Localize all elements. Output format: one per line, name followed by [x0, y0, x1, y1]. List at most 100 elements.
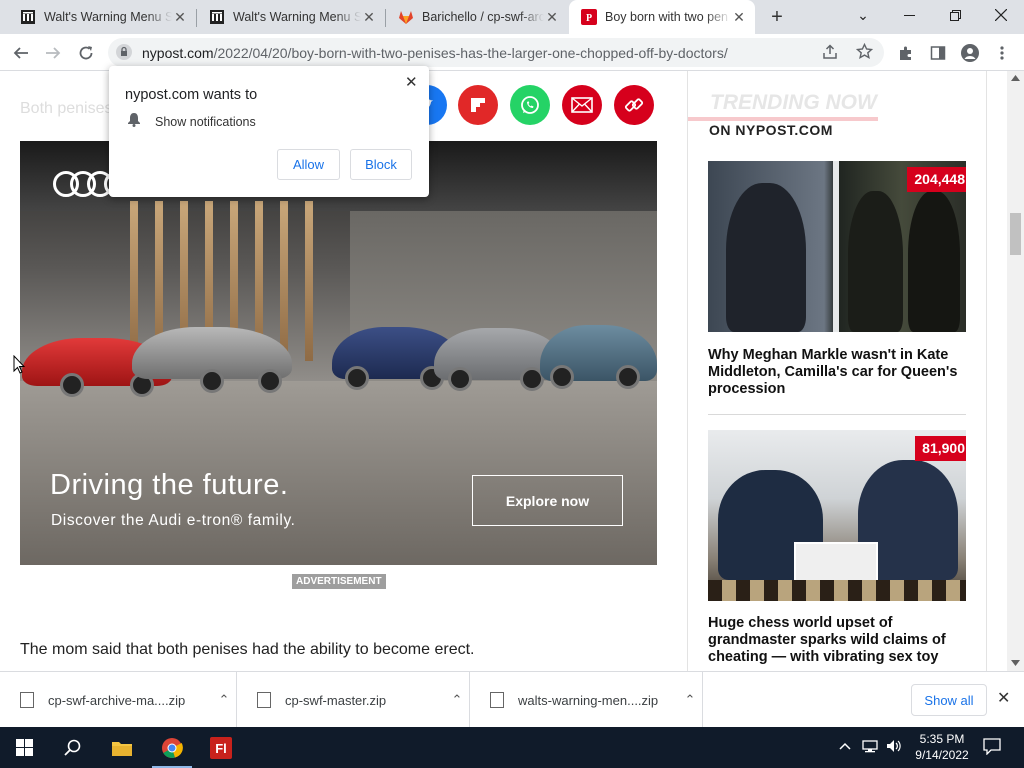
trending-image-1[interactable]: 204,448	[708, 161, 966, 332]
close-tab-icon[interactable]: ✕	[172, 9, 188, 25]
download-filename: walts-warning-men....zip	[518, 692, 659, 708]
windows-taskbar: Fl 5:35 PM 9/14/2022	[0, 727, 1024, 768]
system-clock[interactable]: 5:35 PM 9/14/2022	[911, 731, 973, 763]
popup-title: nypost.com wants to	[125, 87, 258, 103]
scroll-up-icon	[1011, 75, 1020, 81]
tray-chevron-icon[interactable]	[839, 739, 851, 753]
network-icon[interactable]	[862, 739, 878, 756]
close-download-bar-icon[interactable]: ✕	[997, 688, 1010, 708]
close-tab-icon[interactable]: ✕	[361, 9, 377, 25]
tab-strip: Walt's Warning Menu S ✕ Walt's Warning M…	[0, 0, 1024, 34]
start-button[interactable]	[0, 727, 48, 768]
svg-text:P: P	[586, 13, 592, 24]
show-all-downloads-button[interactable]: Show all	[911, 684, 987, 716]
museum-icon	[209, 9, 225, 25]
chevron-up-icon[interactable]: ⌃	[445, 692, 469, 708]
view-count-badge: 81,900	[915, 436, 966, 461]
gitlab-icon	[398, 9, 414, 25]
reload-button[interactable]	[73, 40, 99, 66]
zip-file-icon	[20, 692, 34, 708]
copy-link-button[interactable]	[614, 85, 654, 125]
trending-heading: TRENDING NOW	[710, 91, 877, 114]
bookmark-star-icon[interactable]	[855, 42, 874, 65]
minimize-button[interactable]	[886, 0, 932, 30]
back-button[interactable]	[8, 40, 34, 66]
chevron-up-icon[interactable]: ⌃	[212, 692, 236, 708]
restore-button[interactable]	[932, 0, 978, 30]
download-filename: cp-swf-master.zip	[285, 692, 387, 708]
folder-icon	[112, 741, 132, 756]
flash-taskbar-button[interactable]: Fl	[197, 727, 245, 768]
chrome-taskbar-button[interactable]	[148, 727, 196, 768]
flipboard-share-button[interactable]	[458, 85, 498, 125]
download-item[interactable]: walts-warning-men....zip ⌃	[470, 672, 703, 728]
clock-time: 5:35 PM	[919, 732, 965, 746]
tab-title: Walt's Warning Menu S	[233, 10, 361, 24]
share-icon[interactable]	[822, 44, 838, 65]
svg-text:Fl: Fl	[215, 741, 227, 756]
side-panel-icon[interactable]	[925, 40, 951, 66]
ad-headline: Driving the future.	[50, 469, 289, 501]
windows-logo-icon	[15, 739, 33, 756]
view-count-badge: 204,448	[907, 167, 966, 192]
search-button[interactable]	[48, 727, 96, 768]
flipboard-icon	[471, 98, 485, 112]
allow-button[interactable]: Allow	[277, 149, 340, 180]
photo-figure	[726, 183, 806, 332]
whatsapp-icon	[521, 96, 539, 114]
tab-title: Boy born with two pen	[605, 10, 728, 24]
email-share-button[interactable]	[562, 85, 602, 125]
page-scrollbar[interactable]	[1007, 71, 1024, 671]
browser-menu-icon[interactable]	[989, 40, 1015, 66]
museum-icon	[20, 9, 36, 25]
car-wheel	[616, 365, 640, 389]
car-wheel	[448, 367, 472, 391]
chevron-up-icon[interactable]: ⌃	[678, 692, 702, 708]
tab-title: Barichello / cp-swf-arc	[422, 10, 544, 24]
url-path: /2022/04/20/boy-born-with-two-penises-ha…	[213, 45, 728, 61]
tab-search-icon[interactable]: ⌄	[840, 0, 886, 30]
trending-underline	[688, 117, 878, 121]
tab-walts-warning-1[interactable]: Walt's Warning Menu S ✕	[8, 0, 196, 34]
url-domain: nypost.com	[142, 45, 214, 61]
tab-nypost-active[interactable]: P Boy born with two pen ✕	[569, 0, 755, 34]
trending-title-1[interactable]: Why Meghan Markle wasn't in Kate Middlet…	[708, 347, 966, 398]
file-explorer-button[interactable]	[98, 727, 146, 768]
car-wheel	[258, 369, 282, 393]
download-item[interactable]: cp-swf-master.zip ⌃	[237, 672, 470, 728]
close-tab-icon[interactable]: ✕	[544, 9, 560, 25]
tab-title: Walt's Warning Menu S	[44, 10, 172, 24]
notifications-icon[interactable]	[983, 738, 1001, 758]
audi-advertisement[interactable]: Driving the future. Discover the Audi e-…	[20, 141, 657, 565]
download-item[interactable]: cp-swf-archive-ma....zip ⌃	[0, 672, 237, 728]
explore-now-button[interactable]: Explore now	[472, 475, 623, 526]
nypost-icon: P	[581, 9, 597, 25]
forward-button[interactable]	[40, 40, 66, 66]
tab-walts-warning-2[interactable]: Walt's Warning Menu S ✕	[197, 0, 385, 34]
new-tab-button[interactable]: +	[766, 7, 788, 29]
block-button[interactable]: Block	[350, 149, 412, 180]
close-window-button[interactable]	[978, 0, 1024, 30]
chrome-icon	[162, 737, 183, 758]
trending-subheading: ON NYPOST.COM	[709, 122, 833, 138]
whatsapp-share-button[interactable]	[510, 85, 550, 125]
lock-icon[interactable]	[116, 44, 132, 60]
profile-avatar-icon[interactable]	[957, 40, 983, 66]
scroll-down-icon	[1011, 660, 1020, 666]
volume-icon[interactable]	[886, 739, 902, 756]
close-tab-icon[interactable]: ✕	[731, 9, 747, 25]
tab-barichello[interactable]: Barichello / cp-swf-arc ✕	[386, 0, 568, 34]
notification-permission-popup: nypost.com wants to ✕ Show notifications…	[109, 66, 429, 197]
popup-close-icon[interactable]: ✕	[405, 73, 418, 91]
car-wheel	[550, 365, 574, 389]
zip-file-icon	[257, 692, 271, 708]
download-filename: cp-swf-archive-ma....zip	[48, 692, 186, 708]
extensions-icon[interactable]	[893, 40, 919, 66]
trending-title-2[interactable]: Huge chess world upset of grandmaster sp…	[708, 615, 966, 666]
trending-sidebar: TRENDING NOW ON NYPOST.COM 204,448 Why M…	[687, 71, 987, 671]
address-bar[interactable]: nypost.com/2022/04/20/boy-born-with-two-…	[108, 38, 884, 67]
scroll-thumb[interactable]	[1010, 213, 1021, 255]
trending-image-2[interactable]: 81,900	[708, 430, 966, 601]
mouse-cursor-icon	[13, 355, 25, 374]
ad-subline: Discover the Audi e-tron® family.	[51, 512, 296, 529]
